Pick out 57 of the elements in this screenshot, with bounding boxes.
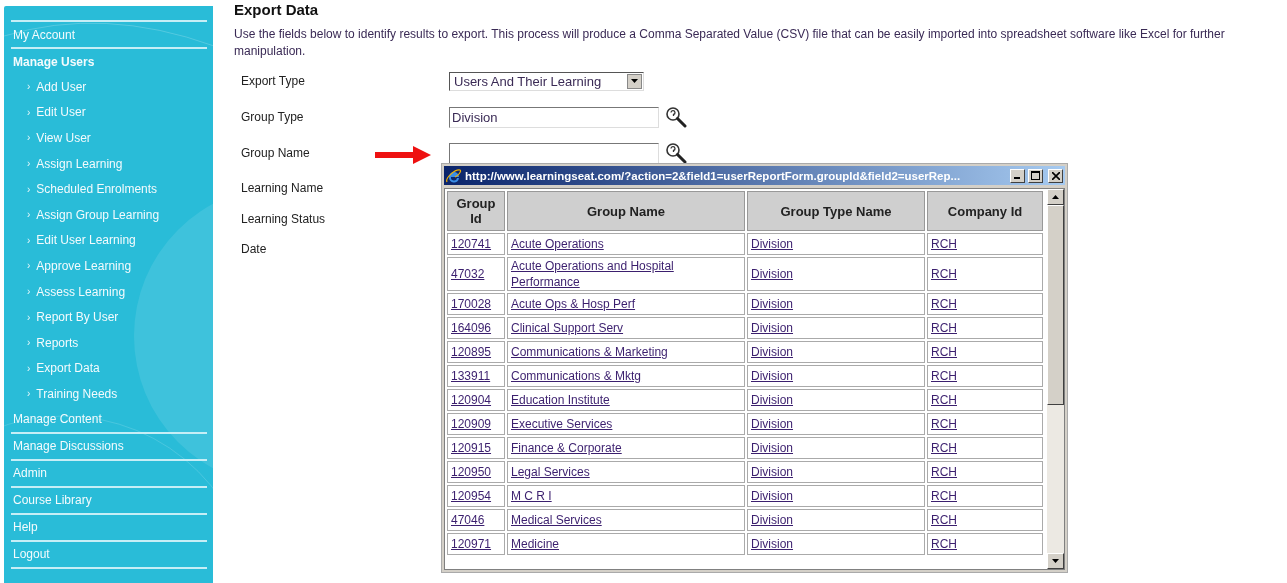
table-link[interactable]: Division [751, 236, 793, 252]
table-link[interactable]: Division [751, 368, 793, 384]
description: Use the fields below to identify results to export. This process will produce a Comma Separated Value (CSV) file that can be easily imported into spreadsheet software like Excel for further manipulation. [234, 26, 1226, 60]
table-link[interactable]: Division [751, 464, 793, 480]
table-link[interactable]: RCH [931, 368, 957, 384]
field-label: Learning Name [241, 180, 324, 195]
field-label: Date [241, 242, 267, 256]
column-header: Group Name [507, 191, 745, 231]
table-link[interactable]: Division [751, 488, 793, 504]
field-label: Learning Status [241, 212, 326, 226]
table-link[interactable]: RCH [931, 416, 957, 432]
field-label: Group Name [241, 146, 310, 160]
dropdown-button[interactable] [627, 73, 642, 89]
table-link[interactable]: RCH [931, 464, 957, 480]
scroll-down-icon [1052, 559, 1059, 563]
table-link[interactable]: Division [751, 536, 793, 552]
table-link[interactable]: RCH [931, 440, 957, 456]
window-title: http://www.learningseat.com/?action=2&field1=userReportForm.groupId&field2=userRep... [465, 169, 962, 182]
close-button[interactable] [1048, 168, 1063, 183]
page-title: Export Data [234, 1, 320, 18]
table-link[interactable]: Division [751, 320, 793, 336]
maximize-button[interactable] [1028, 168, 1043, 183]
scrollbar[interactable] [1047, 189, 1064, 569]
table-link[interactable]: RCH [931, 266, 957, 282]
table-link[interactable]: Division [751, 440, 793, 456]
table-link[interactable]: RCH [931, 536, 957, 552]
table-link[interactable]: M C R I [511, 488, 552, 504]
close-icon [1051, 171, 1060, 180]
minimize-button[interactable] [1010, 168, 1025, 183]
table-link[interactable]: Division [751, 416, 793, 432]
table-link[interactable]: RCH [931, 512, 957, 528]
table-link[interactable]: RCH [931, 392, 957, 408]
search-icon[interactable] [665, 106, 687, 128]
input-field[interactable]: Division [449, 106, 659, 128]
input-field[interactable] [449, 142, 659, 164]
table-link[interactable]: Medicine [511, 536, 560, 552]
table-link[interactable]: RCH [931, 344, 957, 360]
table-link[interactable]: RCH [931, 236, 957, 252]
table-link[interactable]: Division [751, 512, 793, 528]
field-label: Group Type [241, 110, 304, 124]
caret-icon [631, 79, 638, 83]
column-header: Group Id [447, 191, 505, 231]
column-header: Group Type Name [747, 191, 925, 231]
search-icon[interactable] [665, 142, 687, 164]
field-label: Export Type [241, 74, 305, 88]
table-link[interactable]: Division [751, 344, 793, 360]
table-link[interactable]: Division [751, 296, 793, 312]
table-link[interactable]: RCH [931, 320, 957, 336]
scroll-up-icon [1052, 195, 1059, 199]
table-link[interactable]: RCH [931, 488, 957, 504]
maximize-icon [1031, 171, 1040, 180]
table-link[interactable]: Division [751, 392, 793, 408]
table-link[interactable]: Division [751, 266, 793, 282]
table-link[interactable]: RCH [931, 296, 957, 312]
column-header: Company Id [927, 191, 1043, 231]
browser-icon [446, 167, 462, 184]
export-type-select[interactable]: Users And Their Learning [449, 71, 644, 91]
